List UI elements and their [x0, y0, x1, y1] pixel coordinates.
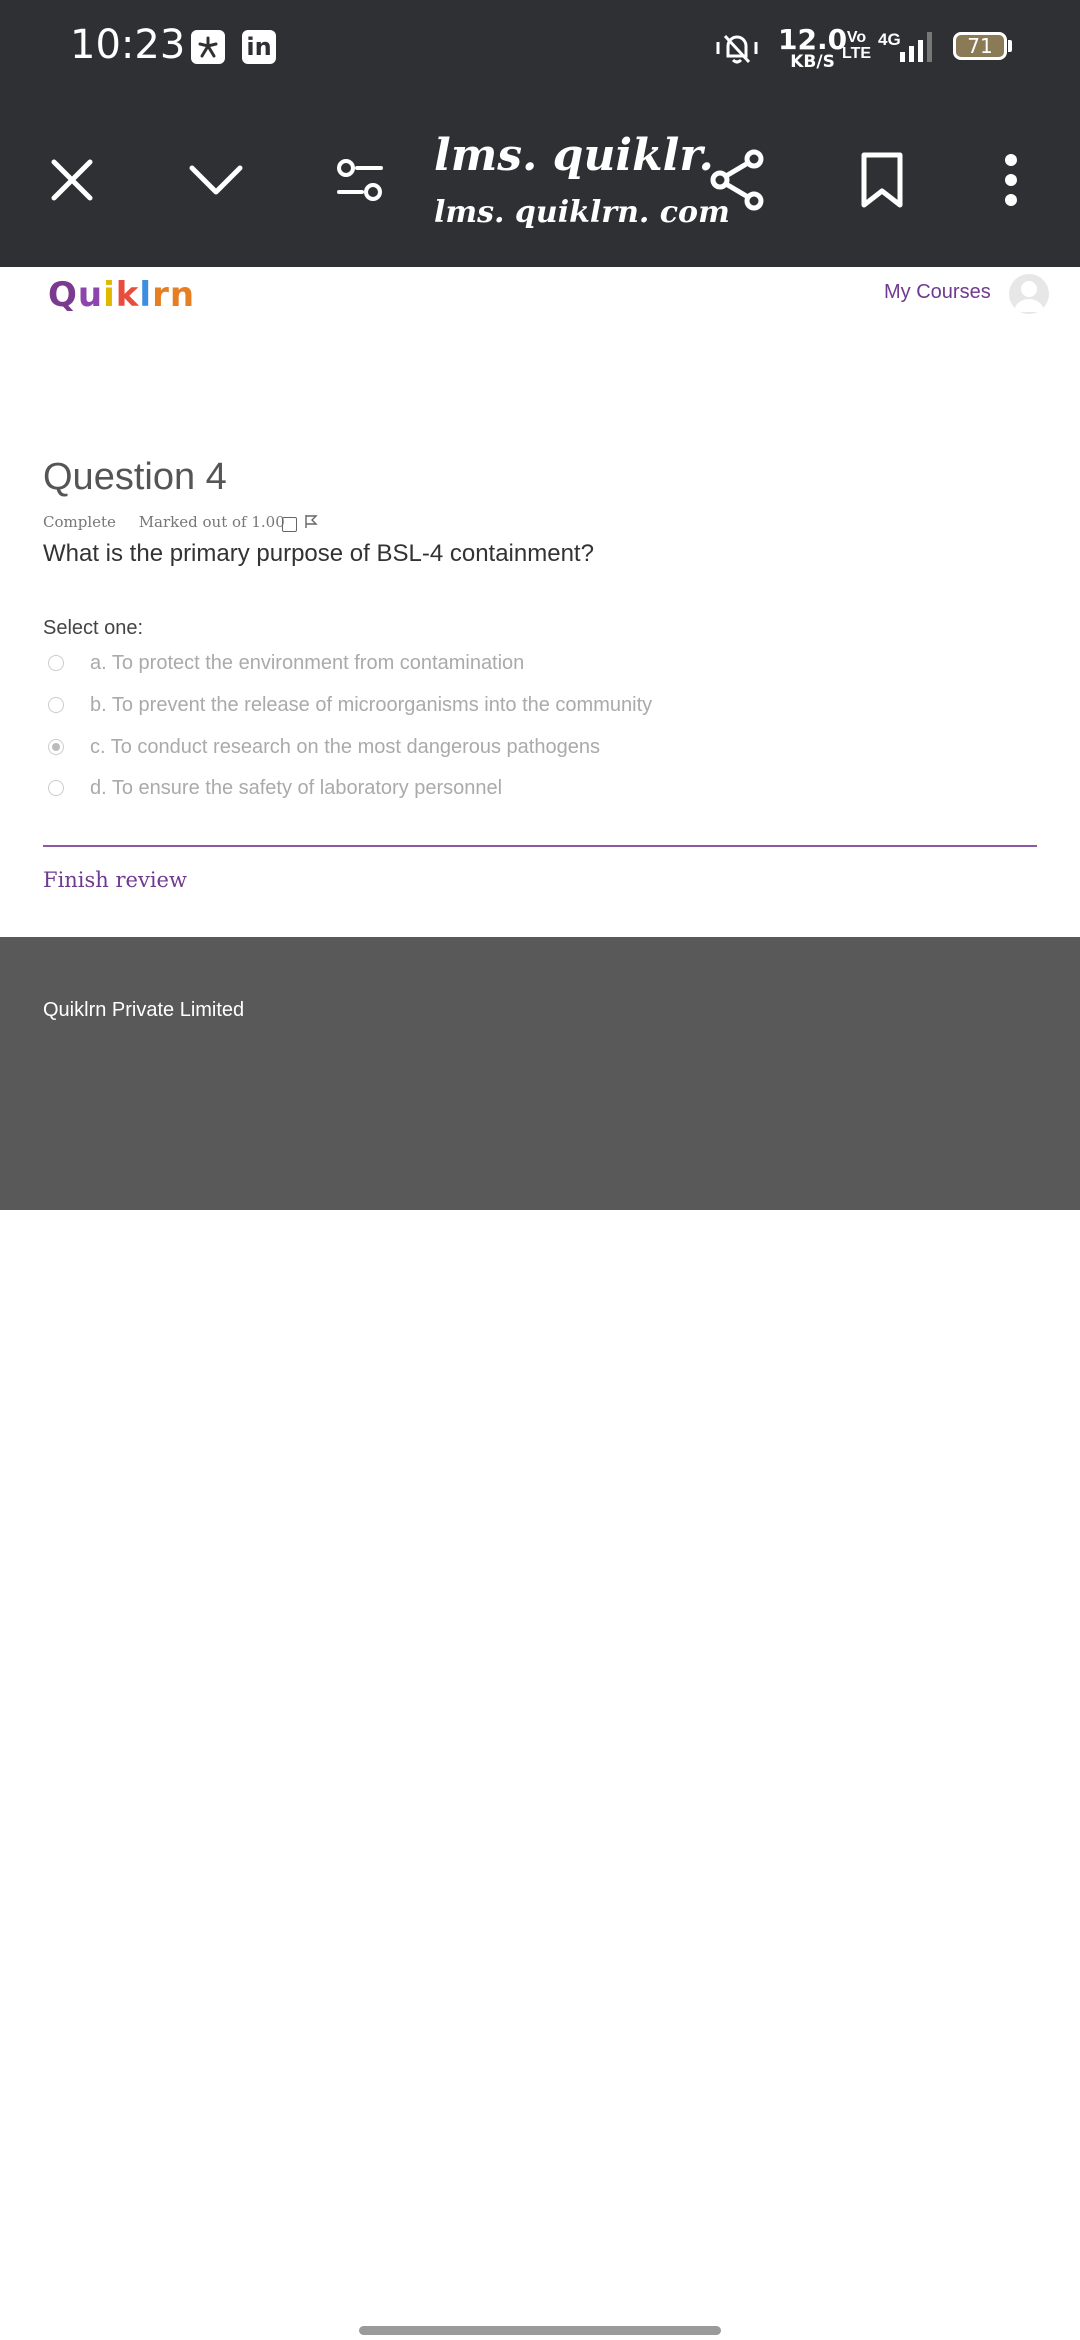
- volte-indicator: Vo LTE: [842, 29, 872, 62]
- close-icon: [51, 159, 93, 201]
- mute-vibrate-icon: [716, 34, 758, 64]
- more-options-button[interactable]: [971, 140, 1051, 220]
- select-one-prompt: Select one:: [43, 617, 144, 639]
- answer-label: c. To conduct research on the most dange…: [90, 735, 600, 758]
- battery-tip: [1008, 40, 1012, 52]
- battery-indicator: 71: [953, 32, 1007, 60]
- share-icon: [710, 149, 764, 211]
- footer-company: Quiklrn Private Limited: [43, 999, 245, 1021]
- divider: [43, 845, 1037, 847]
- user-icon: [1014, 281, 1044, 312]
- gesture-home-bar[interactable]: [359, 2326, 721, 2335]
- site-header: Quiklrn My Courses: [0, 267, 1080, 329]
- ajio-app-icon: [191, 30, 225, 64]
- linkedin-app-icon: in: [242, 30, 276, 64]
- net-speed: 12.0 KB/S: [778, 23, 848, 72]
- site-footer: Quiklrn Private Limited: [0, 937, 1080, 1210]
- answer-radio-selected[interactable]: [48, 739, 64, 755]
- answer-radio[interactable]: [48, 655, 64, 671]
- bookmark-button[interactable]: [842, 140, 922, 220]
- close-tab-button[interactable]: [32, 140, 112, 220]
- answer-option-c[interactable]: c. To conduct research on the most dange…: [48, 732, 600, 762]
- answer-label: b. To prevent the release of microorgani…: [90, 693, 653, 716]
- status-time: 10:23: [70, 22, 186, 68]
- flag-icon: [305, 515, 318, 528]
- question-status: Complete: [43, 513, 116, 531]
- collapse-button[interactable]: [176, 140, 256, 220]
- browser-toolbar: 10:23 in 12.0 KB/S Vo LTE 4G 71 lms. qui…: [0, 0, 1080, 267]
- answer-option-b[interactable]: b. To prevent the release of microorgani…: [48, 690, 652, 720]
- finish-review-link[interactable]: Finish review: [43, 868, 187, 892]
- site-settings-button[interactable]: [320, 140, 400, 220]
- question-text: What is the primary purpose of BSL-4 con…: [43, 540, 594, 567]
- bookmark-icon: [861, 152, 903, 208]
- more-vert-icon: [1005, 154, 1017, 206]
- chevron-down-icon: [189, 165, 243, 195]
- answer-label: a. To protect the environment from conta…: [90, 651, 525, 674]
- question-grade: Marked out of 1.00: [138, 513, 285, 531]
- answer-label: d. To ensure the safety of laboratory pe…: [90, 776, 503, 799]
- tune-icon: [337, 159, 383, 201]
- page-title[interactable]: lms. quiklr.: [434, 130, 714, 181]
- answer-radio[interactable]: [48, 780, 64, 796]
- site-logo[interactable]: Quiklrn: [48, 275, 195, 315]
- share-button[interactable]: [698, 140, 778, 220]
- nav-my-courses[interactable]: My Courses: [884, 281, 991, 304]
- user-avatar[interactable]: [1009, 274, 1049, 314]
- question-title: Question 4: [43, 456, 227, 498]
- signal-strength-icon: [900, 32, 932, 62]
- answer-option-d[interactable]: d. To ensure the safety of laboratory pe…: [48, 773, 502, 803]
- answer-radio[interactable]: [48, 697, 64, 713]
- flag-question-checkbox[interactable]: [282, 517, 297, 532]
- page-url[interactable]: lms. quiklrn. com: [434, 195, 730, 230]
- question-info: Complete Marked out of 1.00: [43, 513, 303, 531]
- answer-option-a[interactable]: a. To protect the environment from conta…: [48, 648, 524, 678]
